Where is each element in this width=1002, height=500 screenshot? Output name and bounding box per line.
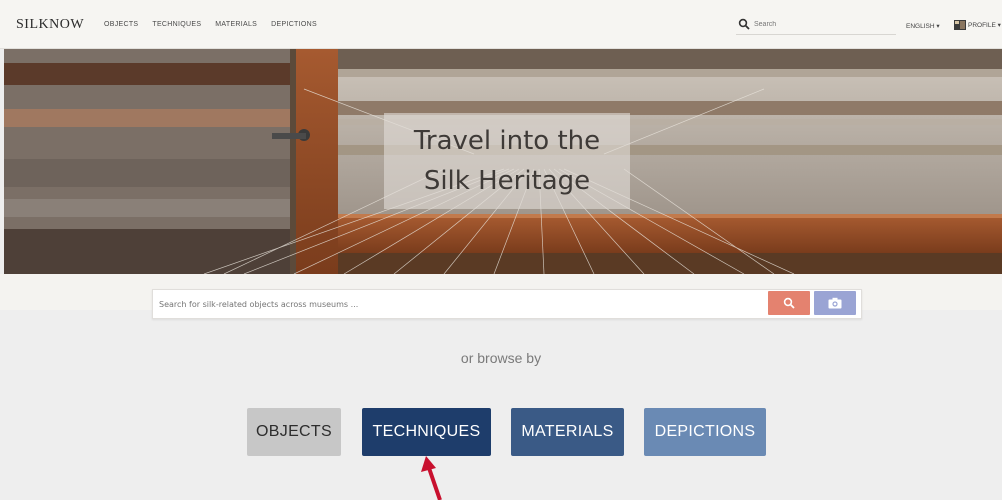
- search-icon[interactable]: [738, 18, 750, 30]
- main-search-input[interactable]: [159, 296, 759, 312]
- image-search-button[interactable]: [814, 291, 856, 315]
- header-search-input[interactable]: [754, 18, 892, 31]
- nav-objects[interactable]: OBJECTS: [104, 21, 138, 28]
- browse-depictions-button[interactable]: DEPICTIONS: [644, 408, 766, 456]
- nav-materials[interactable]: MATERIALS: [215, 21, 257, 28]
- logo[interactable]: SILKNOW: [16, 17, 84, 33]
- hero-title-line-1: Travel into the: [413, 126, 601, 156]
- hero-title-line-2: Silk Heritage: [423, 166, 591, 196]
- profile-icon: [954, 20, 966, 30]
- camera-icon: [828, 297, 842, 309]
- hero-title: Travel into the Silk Heritage: [384, 113, 630, 209]
- language-selector[interactable]: ENGLISH ▾: [906, 22, 940, 30]
- search-button[interactable]: [768, 291, 810, 315]
- main-nav: OBJECTS TECHNIQUES MATERIALS DEPICTIONS: [104, 21, 317, 28]
- nav-depictions[interactable]: DEPICTIONS: [271, 21, 317, 28]
- top-navbar: SILKNOW OBJECTS TECHNIQUES MATERIALS DEP…: [0, 0, 1002, 49]
- browse-label: or browse by: [460, 350, 542, 366]
- browse-objects-button[interactable]: OBJECTS: [247, 408, 341, 456]
- profile-label: PROFILE ▾: [968, 22, 1001, 29]
- header-search: [736, 16, 896, 35]
- hero-banner: Travel into the Silk Heritage: [4, 49, 1002, 274]
- main-search-box: [152, 289, 862, 319]
- profile-menu[interactable]: PROFILE ▾: [954, 20, 1001, 30]
- search-icon: [783, 297, 795, 309]
- browse-techniques-button[interactable]: TECHNIQUES: [362, 408, 491, 456]
- nav-techniques[interactable]: TECHNIQUES: [152, 21, 201, 28]
- browse-materials-button[interactable]: MATERIALS: [511, 408, 624, 456]
- annotation-arrow: [421, 456, 442, 500]
